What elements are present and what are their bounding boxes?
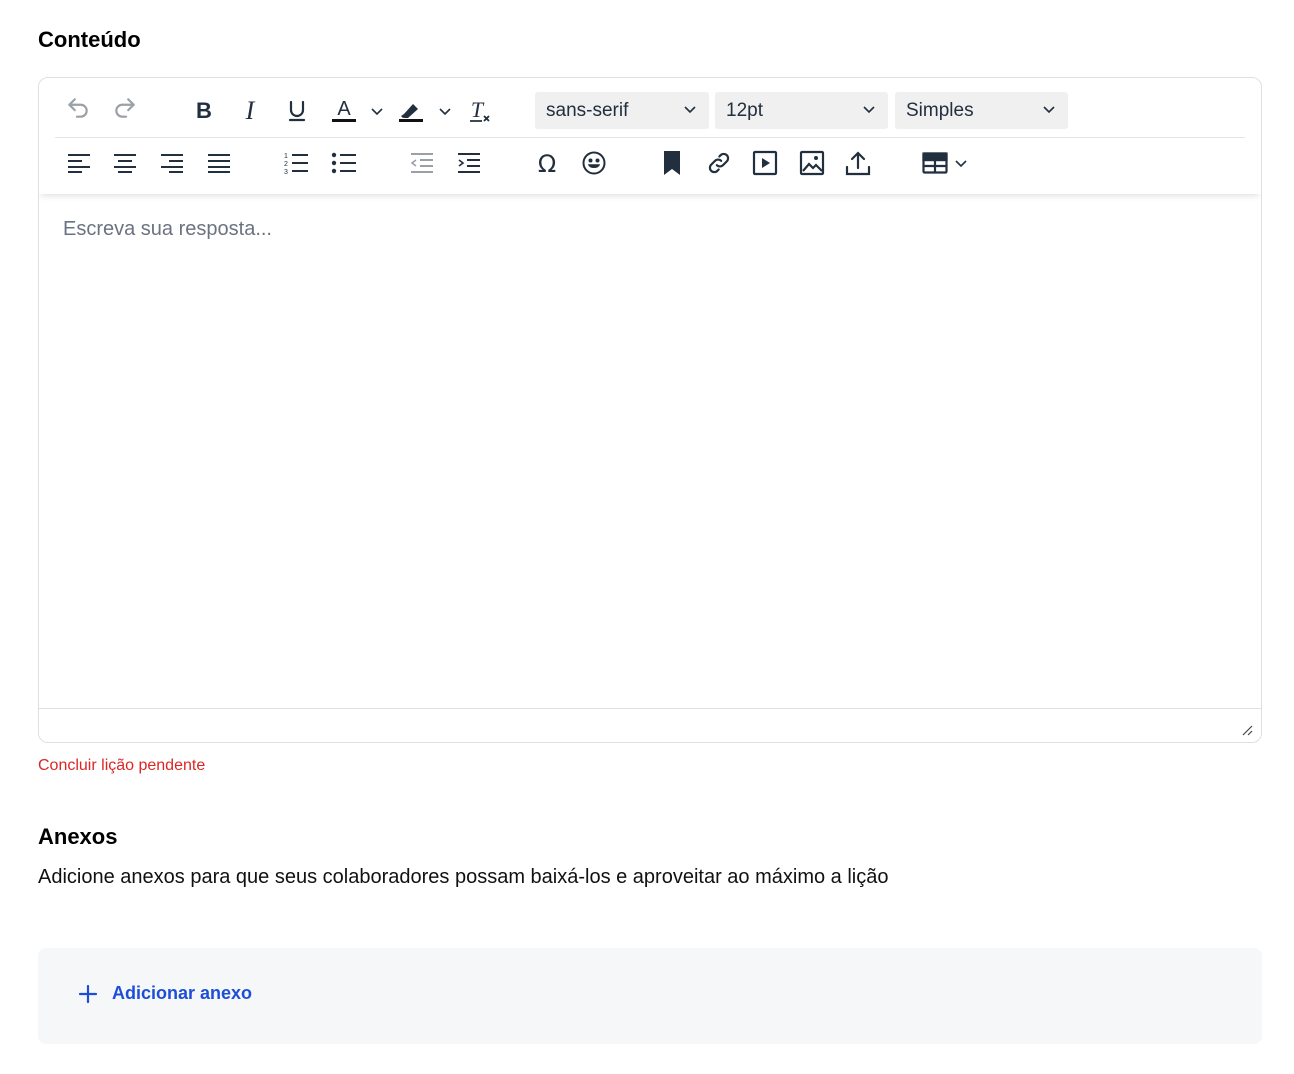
svg-text:A: A — [337, 98, 351, 120]
block-format-value: Simples — [906, 99, 974, 121]
plus-icon — [78, 984, 98, 1003]
align-center-icon[interactable] — [108, 146, 142, 180]
align-right-icon[interactable] — [155, 146, 189, 180]
font-family-value: sans-serif — [546, 99, 629, 121]
svg-text:2: 2 — [284, 161, 288, 168]
attachments-description: Adicione anexos para que seus colaborado… — [38, 866, 889, 888]
page: Conteúdo B I A T sans-serif 12pt Simples… — [0, 0, 1294, 1074]
media-icon[interactable] — [748, 146, 782, 180]
svg-text:T: T — [471, 97, 485, 122]
resize-handle-icon[interactable] — [1241, 724, 1253, 736]
highlight-chevron-down-icon[interactable] — [437, 94, 453, 128]
outdent-icon[interactable] — [405, 146, 439, 180]
bold-icon[interactable]: B — [187, 94, 221, 128]
redo-icon[interactable] — [108, 91, 142, 125]
underline-icon[interactable] — [280, 94, 314, 128]
highlight-color-icon[interactable] — [394, 94, 428, 128]
table-chevron-down-icon[interactable] — [953, 146, 969, 180]
attachments-section-title: Anexos — [38, 824, 118, 849]
svg-text:3: 3 — [284, 169, 288, 175]
clear-formatting-icon[interactable]: T — [463, 94, 497, 128]
font-size-chevron-down-icon — [863, 106, 875, 114]
toolbar-divider — [55, 137, 1245, 138]
editor-content-area[interactable]: Escreva sua resposta... — [39, 194, 1261, 708]
editor-toolbar: B I A T sans-serif 12pt Simples 1 2 3 Ω — [39, 78, 1261, 194]
align-justify-icon[interactable] — [202, 146, 236, 180]
link-icon[interactable] — [702, 146, 736, 180]
bookmark-icon[interactable] — [655, 146, 689, 180]
text-color-icon[interactable]: A — [327, 94, 361, 128]
indent-icon[interactable] — [452, 146, 486, 180]
svg-text:1: 1 — [284, 153, 288, 160]
font-size-select[interactable]: 12pt — [715, 92, 888, 129]
add-attachment-label: Adicionar anexo — [112, 983, 253, 1003]
font-family-select[interactable]: sans-serif — [535, 92, 709, 129]
italic-icon[interactable]: I — [233, 94, 267, 128]
add-attachment-button[interactable]: Adicionar anexo — [78, 983, 252, 1004]
text-color-chevron-down-icon[interactable] — [369, 94, 385, 128]
attachments-dropzone: Adicionar anexo — [38, 948, 1262, 1044]
undo-icon[interactable] — [61, 91, 95, 125]
bullet-list-icon[interactable] — [327, 146, 361, 180]
block-format-select[interactable]: Simples — [895, 92, 1068, 129]
editor-placeholder: Escreva sua resposta... — [63, 218, 272, 240]
special-character-icon[interactable]: Ω — [530, 146, 564, 180]
numbered-list-icon[interactable]: 123 — [279, 146, 313, 180]
rich-text-editor: B I A T sans-serif 12pt Simples 1 2 3 Ω … — [38, 77, 1262, 743]
content-section-title: Conteúdo — [38, 27, 141, 52]
validation-error-message: Concluir lição pendente — [38, 757, 206, 774]
font-size-value: 12pt — [726, 99, 763, 121]
svg-text:Ω: Ω — [538, 150, 556, 177]
image-icon[interactable] — [795, 146, 829, 180]
font-family-chevron-down-icon — [684, 106, 696, 114]
upload-icon[interactable] — [841, 146, 875, 180]
align-left-icon[interactable] — [62, 146, 96, 180]
table-icon[interactable] — [918, 146, 952, 180]
block-format-chevron-down-icon — [1043, 106, 1055, 114]
emoji-icon[interactable] — [577, 146, 611, 180]
editor-statusbar — [39, 708, 1261, 742]
